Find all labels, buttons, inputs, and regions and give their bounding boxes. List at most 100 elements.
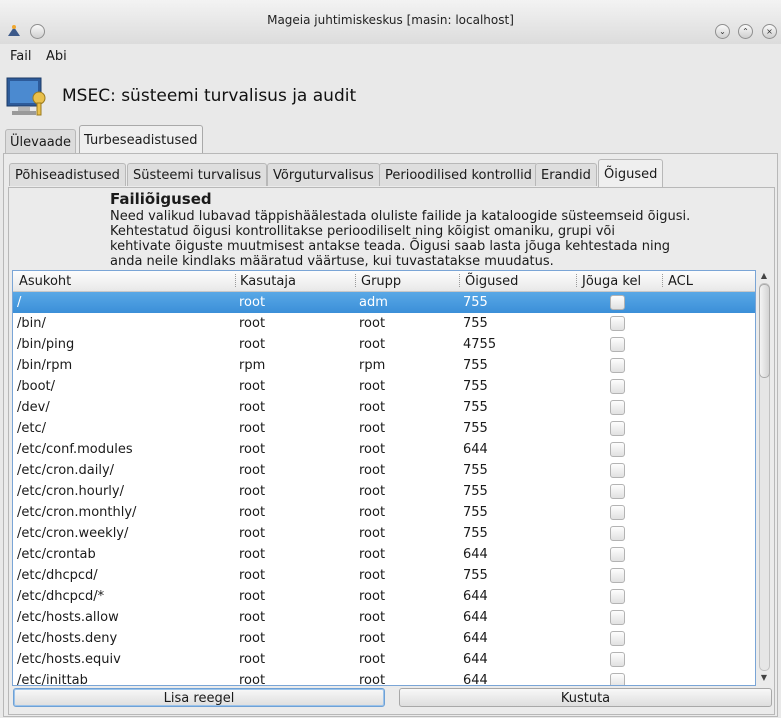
column-separator[interactable] bbox=[576, 274, 578, 287]
cell-user: root bbox=[239, 337, 266, 352]
force-checkbox[interactable] bbox=[610, 358, 625, 373]
tab-overview[interactable]: Ülevaade bbox=[5, 129, 77, 156]
cell-path: /dev/ bbox=[17, 400, 50, 415]
force-checkbox[interactable] bbox=[610, 505, 625, 520]
table-row[interactable]: /boot/root root 755 bbox=[13, 376, 755, 397]
table-row[interactable]: /dev/root root 755 bbox=[13, 397, 755, 418]
cell-perm: 644 bbox=[463, 673, 488, 686]
force-checkbox[interactable] bbox=[610, 463, 625, 478]
app-header: MSEC: süsteemi turvalisus ja audit bbox=[0, 72, 781, 120]
scrollbar-thumb[interactable] bbox=[759, 284, 770, 378]
close-button[interactable]: × bbox=[762, 24, 777, 39]
table-row[interactable]: /etc/cron.hourly/root root 755 bbox=[13, 481, 755, 502]
tab-basic-settings[interactable]: Põhiseadistused bbox=[9, 163, 126, 186]
force-checkbox[interactable] bbox=[610, 295, 625, 310]
window-titlebar[interactable]: Mageia juhtimiskeskus [masin: localhost]… bbox=[0, 0, 781, 44]
column-separator[interactable] bbox=[662, 274, 664, 287]
cell-path: /etc/dhcpcd/* bbox=[17, 589, 105, 604]
table-row[interactable]: /etc/conf.modules root root 644 bbox=[13, 439, 755, 460]
section-description: Failiõigused Need valikud lubavad täppis… bbox=[110, 190, 730, 269]
tab-permissions[interactable]: Õigused bbox=[598, 159, 664, 188]
description-line: Need valikud lubavad täppishäälestada ol… bbox=[110, 209, 691, 224]
table-row[interactable]: /etc/crontab root root 644 bbox=[13, 544, 755, 565]
column-header-acl[interactable]: ACL bbox=[668, 274, 693, 289]
cell-group: adm bbox=[359, 295, 388, 310]
column-separator[interactable] bbox=[235, 274, 237, 287]
cell-perm: 644 bbox=[463, 610, 488, 625]
cell-path: /etc/cron.hourly/ bbox=[17, 484, 124, 499]
column-header-permissions[interactable]: Õigused bbox=[465, 274, 518, 289]
cell-user: root bbox=[239, 547, 266, 562]
permissions-table[interactable]: Asukoht Kasutaja Grupp Õigused Jõuga kel… bbox=[12, 270, 756, 686]
maximize-button[interactable]: ⌃ bbox=[738, 24, 753, 39]
column-separator[interactable] bbox=[355, 274, 357, 287]
cell-user: root bbox=[239, 316, 266, 331]
cell-path: /boot/ bbox=[17, 379, 56, 394]
force-checkbox[interactable] bbox=[610, 421, 625, 436]
force-checkbox[interactable] bbox=[610, 442, 625, 457]
table-row[interactable]: /etc/dhcpcd/root root 755 bbox=[13, 565, 755, 586]
tab-network-security[interactable]: Võrguturvalisus bbox=[267, 163, 380, 186]
tab-periodic-checks[interactable]: Perioodilised kontrollid bbox=[379, 163, 538, 186]
column-header-force[interactable]: Jõuga kel bbox=[582, 274, 641, 289]
description-text: Need valikud lubavad täppishäälestada ol… bbox=[110, 209, 730, 269]
table-row[interactable]: /etc/hosts.allow root root 644 bbox=[13, 607, 755, 628]
table-row[interactable]: /etc/root root 755 bbox=[13, 418, 755, 439]
column-header-group[interactable]: Grupp bbox=[361, 274, 401, 289]
delete-button[interactable]: Kustuta bbox=[399, 688, 772, 707]
minimize-button[interactable]: ⌄ bbox=[715, 24, 730, 39]
cell-user: root bbox=[239, 295, 266, 310]
table-row[interactable]: /bin/rpm rpm rpm 755 bbox=[13, 355, 755, 376]
table-row[interactable]: /etc/hosts.deny root root 644 bbox=[13, 628, 755, 649]
cell-path: /etc/inittab bbox=[17, 673, 88, 686]
force-checkbox[interactable] bbox=[610, 400, 625, 415]
table-row[interactable]: /etc/hosts.equiv root root 644 bbox=[13, 649, 755, 670]
cell-group: root bbox=[359, 589, 386, 604]
force-checkbox[interactable] bbox=[610, 631, 625, 646]
cell-path: /bin/rpm bbox=[17, 358, 73, 373]
cell-path: /etc/cron.daily/ bbox=[17, 463, 115, 478]
cell-perm: 755 bbox=[463, 568, 488, 583]
force-checkbox[interactable] bbox=[610, 337, 625, 352]
table-row[interactable]: / root adm 755 bbox=[13, 292, 755, 313]
cell-group: root bbox=[359, 463, 386, 478]
column-header-user[interactable]: Kasutaja bbox=[240, 274, 296, 289]
force-checkbox[interactable] bbox=[610, 316, 625, 331]
table-row[interactable]: /bin/ping root root 4755 bbox=[13, 334, 755, 355]
force-checkbox[interactable] bbox=[610, 526, 625, 541]
table-row[interactable]: /etc/cron.daily/root root 755 bbox=[13, 460, 755, 481]
add-rule-button[interactable]: Lisa reegel bbox=[13, 688, 385, 707]
tab-security-settings[interactable]: Turbeseadistused bbox=[79, 125, 203, 156]
column-header-path[interactable]: Asukoht bbox=[19, 274, 71, 289]
table-row[interactable]: /bin/root root 755 bbox=[13, 313, 755, 334]
tab-system-security[interactable]: Süsteemi turvalisus bbox=[127, 163, 268, 186]
cell-perm: 755 bbox=[463, 505, 488, 520]
cell-user: root bbox=[239, 463, 266, 478]
scroll-down-icon[interactable]: ▼ bbox=[758, 672, 770, 684]
cell-user: root bbox=[239, 673, 266, 686]
force-checkbox[interactable] bbox=[610, 484, 625, 499]
cell-user: root bbox=[239, 484, 266, 499]
cell-user: root bbox=[239, 631, 266, 646]
force-checkbox[interactable] bbox=[610, 589, 625, 604]
force-checkbox[interactable] bbox=[610, 673, 625, 685]
cell-user: root bbox=[239, 421, 266, 436]
cell-perm: 755 bbox=[463, 463, 488, 478]
cell-group: root bbox=[359, 568, 386, 583]
menu-help[interactable]: Abi bbox=[46, 49, 67, 64]
force-checkbox[interactable] bbox=[610, 379, 625, 394]
menu-file[interactable]: Fail bbox=[10, 49, 31, 64]
tab-exceptions[interactable]: Erandid bbox=[535, 163, 597, 186]
force-checkbox[interactable] bbox=[610, 610, 625, 625]
column-separator[interactable] bbox=[459, 274, 461, 287]
table-row[interactable]: /etc/cron.monthly/root root 755 bbox=[13, 502, 755, 523]
table-row[interactable]: /etc/inittab root root 644 bbox=[13, 670, 755, 686]
force-checkbox[interactable] bbox=[610, 568, 625, 583]
force-checkbox[interactable] bbox=[610, 652, 625, 667]
table-scrollbar[interactable]: ▲ ▼ bbox=[757, 270, 771, 684]
cell-perm: 644 bbox=[463, 631, 488, 646]
force-checkbox[interactable] bbox=[610, 547, 625, 562]
scroll-up-icon[interactable]: ▲ bbox=[758, 270, 770, 282]
table-row[interactable]: /etc/cron.weekly/root root 755 bbox=[13, 523, 755, 544]
table-row[interactable]: /etc/dhcpcd/* root root 644 bbox=[13, 586, 755, 607]
